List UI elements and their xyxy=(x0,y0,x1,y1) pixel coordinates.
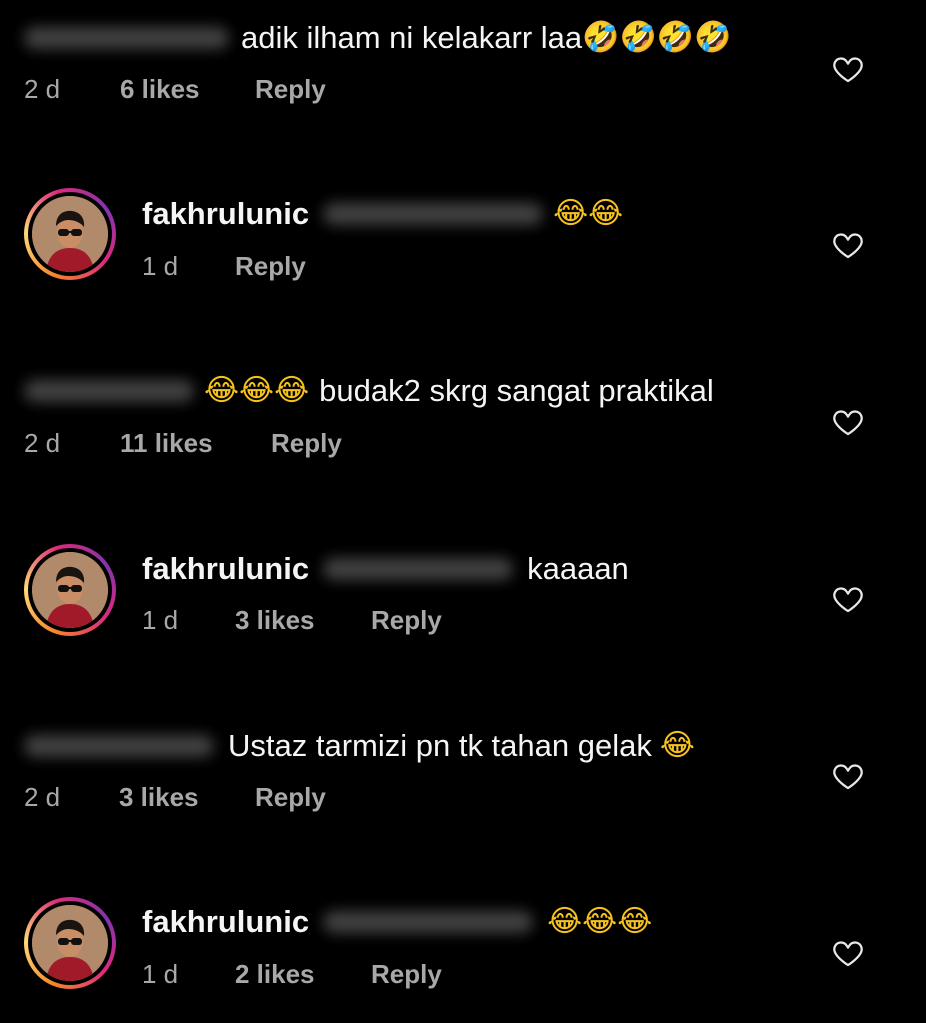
username[interactable]: fakhrulunic xyxy=(142,194,309,234)
comment-meta: 1 d 3 likes Reply xyxy=(142,603,542,637)
comment-time: 1 d xyxy=(142,605,179,635)
reply-button[interactable]: Reply xyxy=(371,603,442,637)
comment-time: 2 d xyxy=(24,782,61,812)
comment-meta: 2 d 11 likes Reply xyxy=(24,426,424,460)
comment-body: fakhrulunic 😂😂 xyxy=(142,194,623,234)
profile-photo xyxy=(32,905,108,981)
heart-outline-icon[interactable] xyxy=(831,582,865,616)
comment-text: kaaaan xyxy=(527,551,629,586)
comment-time: 1 d xyxy=(142,959,179,989)
likes-count[interactable]: 3 likes xyxy=(119,780,199,814)
username[interactable]: fakhrulunic xyxy=(142,549,309,589)
joy-emoji: 😂😂😂 xyxy=(204,373,310,408)
comment-time: 2 d xyxy=(24,428,61,458)
redacted-username xyxy=(24,27,229,49)
comment-meta: 2 d 3 likes Reply xyxy=(24,780,424,814)
reply-button[interactable]: Reply xyxy=(271,426,342,460)
redacted-mention xyxy=(323,558,514,580)
comment-time: 2 d xyxy=(24,74,61,104)
rofl-emoji: 🤣🤣🤣🤣 xyxy=(582,20,732,55)
username[interactable]: fakhrulunic xyxy=(142,902,309,942)
heart-outline-icon[interactable] xyxy=(831,405,865,439)
comment-text: budak2 skrg sangat praktikal xyxy=(319,373,714,408)
heart-outline-icon[interactable] xyxy=(831,52,865,86)
comment-meta: 1 d Reply xyxy=(142,249,442,283)
profile-photo xyxy=(32,552,108,628)
heart-outline-icon[interactable] xyxy=(831,759,865,793)
redacted-username xyxy=(24,380,194,402)
comment-text: Ustaz tarmizi pn tk tahan gelak xyxy=(228,728,652,763)
comment-body: fakhrulunic kaaaan xyxy=(142,549,629,589)
comment-body: Ustaz tarmizi pn tk tahan gelak 😂 xyxy=(24,726,695,766)
redacted-mention xyxy=(323,203,544,225)
joy-emoji: 😂😂😂 xyxy=(547,904,653,939)
likes-count[interactable]: 2 likes xyxy=(235,957,315,991)
heart-outline-icon[interactable] xyxy=(831,228,865,262)
avatar[interactable] xyxy=(24,897,116,989)
likes-count[interactable]: 3 likes xyxy=(235,603,315,637)
comment-body: adik ilham ni kelakarr laa 🤣🤣🤣🤣 xyxy=(24,18,732,58)
comment-time: 1 d xyxy=(142,251,179,281)
comment-text: adik ilham ni kelakarr laa xyxy=(241,20,583,55)
avatar[interactable] xyxy=(24,544,116,636)
comment-meta: 2 d 6 likes Reply xyxy=(24,72,424,106)
joy-emoji: 😂😂 xyxy=(553,196,624,231)
comment-body: fakhrulunic 😂😂😂 xyxy=(142,902,652,942)
reply-button[interactable]: Reply xyxy=(255,780,326,814)
reply-button[interactable]: Reply xyxy=(235,249,306,283)
reply-button[interactable]: Reply xyxy=(255,72,326,106)
reply-button[interactable]: Reply xyxy=(371,957,442,991)
likes-count[interactable]: 6 likes xyxy=(120,72,200,106)
comment-body: 😂😂😂 budak2 skrg sangat praktikal xyxy=(24,371,714,411)
joy-emoji: 😂 xyxy=(659,728,695,763)
avatar[interactable] xyxy=(24,188,116,280)
likes-count[interactable]: 11 likes xyxy=(120,426,213,460)
redacted-mention xyxy=(323,911,534,933)
comment-meta: 1 d 2 likes Reply xyxy=(142,957,542,991)
redacted-username xyxy=(24,735,214,757)
profile-photo xyxy=(32,196,108,272)
heart-outline-icon[interactable] xyxy=(831,936,865,970)
